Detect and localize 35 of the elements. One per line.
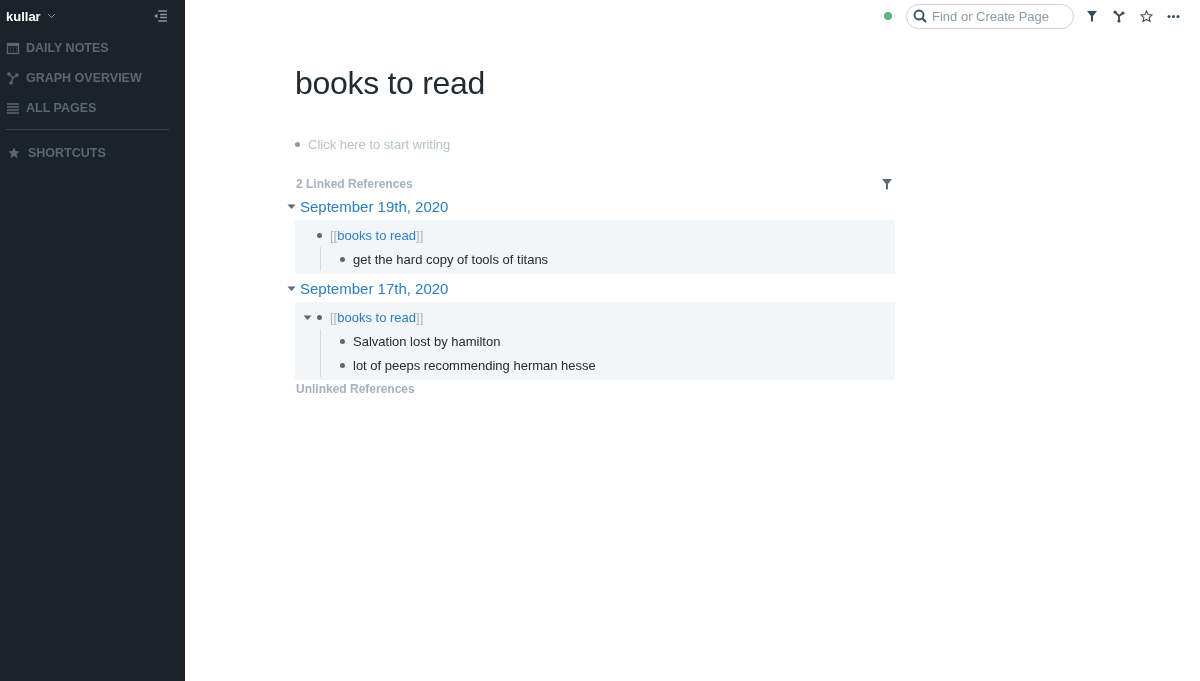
star-icon: [1140, 9, 1153, 23]
unlinked-references-heading[interactable]: Unlinked References: [295, 382, 895, 396]
star-button[interactable]: [1138, 7, 1155, 25]
bullet: [317, 232, 322, 238]
graph-icon: [1113, 9, 1126, 23]
star-icon: [8, 146, 20, 159]
graph-switcher[interactable]: kullar: [6, 8, 56, 24]
linked-references-heading: 2 Linked References: [295, 177, 413, 191]
block-text: get the hard copy of tools of titans: [353, 251, 549, 267]
nav-item[interactable]: DAILY NOTES: [0, 32, 185, 63]
bullet: [340, 256, 345, 262]
nav-item[interactable]: ALL PAGES: [0, 92, 185, 123]
date-link[interactable]: September 17th, 2020: [300, 280, 449, 297]
page-reference-link[interactable]: [[books to read]]: [330, 309, 424, 325]
shortcuts-heading: SHORTCUTS: [0, 137, 185, 168]
chevron-down-icon: [46, 13, 56, 19]
page-reference-link[interactable]: [[books to read]]: [330, 227, 424, 243]
bullet: [340, 362, 345, 368]
bullet: [317, 314, 322, 320]
block-text: lot of peeps recommending herman hesse: [353, 357, 596, 373]
search-icon: [913, 9, 927, 23]
date-link[interactable]: September 19th, 2020: [300, 198, 449, 215]
calendar-icon: [6, 40, 20, 55]
graph-icon: [6, 70, 20, 85]
collapse-icon: [153, 10, 167, 22]
list-icon: [6, 100, 20, 115]
bullet: [295, 141, 300, 147]
page-title: books to read: [295, 65, 486, 102]
nav-item[interactable]: GRAPH OVERVIEW: [0, 62, 185, 93]
collapse-sidebar-button[interactable]: [153, 10, 167, 22]
filter-button[interactable]: [879, 176, 895, 192]
filter-icon: [881, 178, 893, 190]
block-text: Salvation lost by hamilton: [353, 333, 501, 349]
bullet: [340, 338, 345, 344]
filter-icon: [1086, 9, 1099, 23]
